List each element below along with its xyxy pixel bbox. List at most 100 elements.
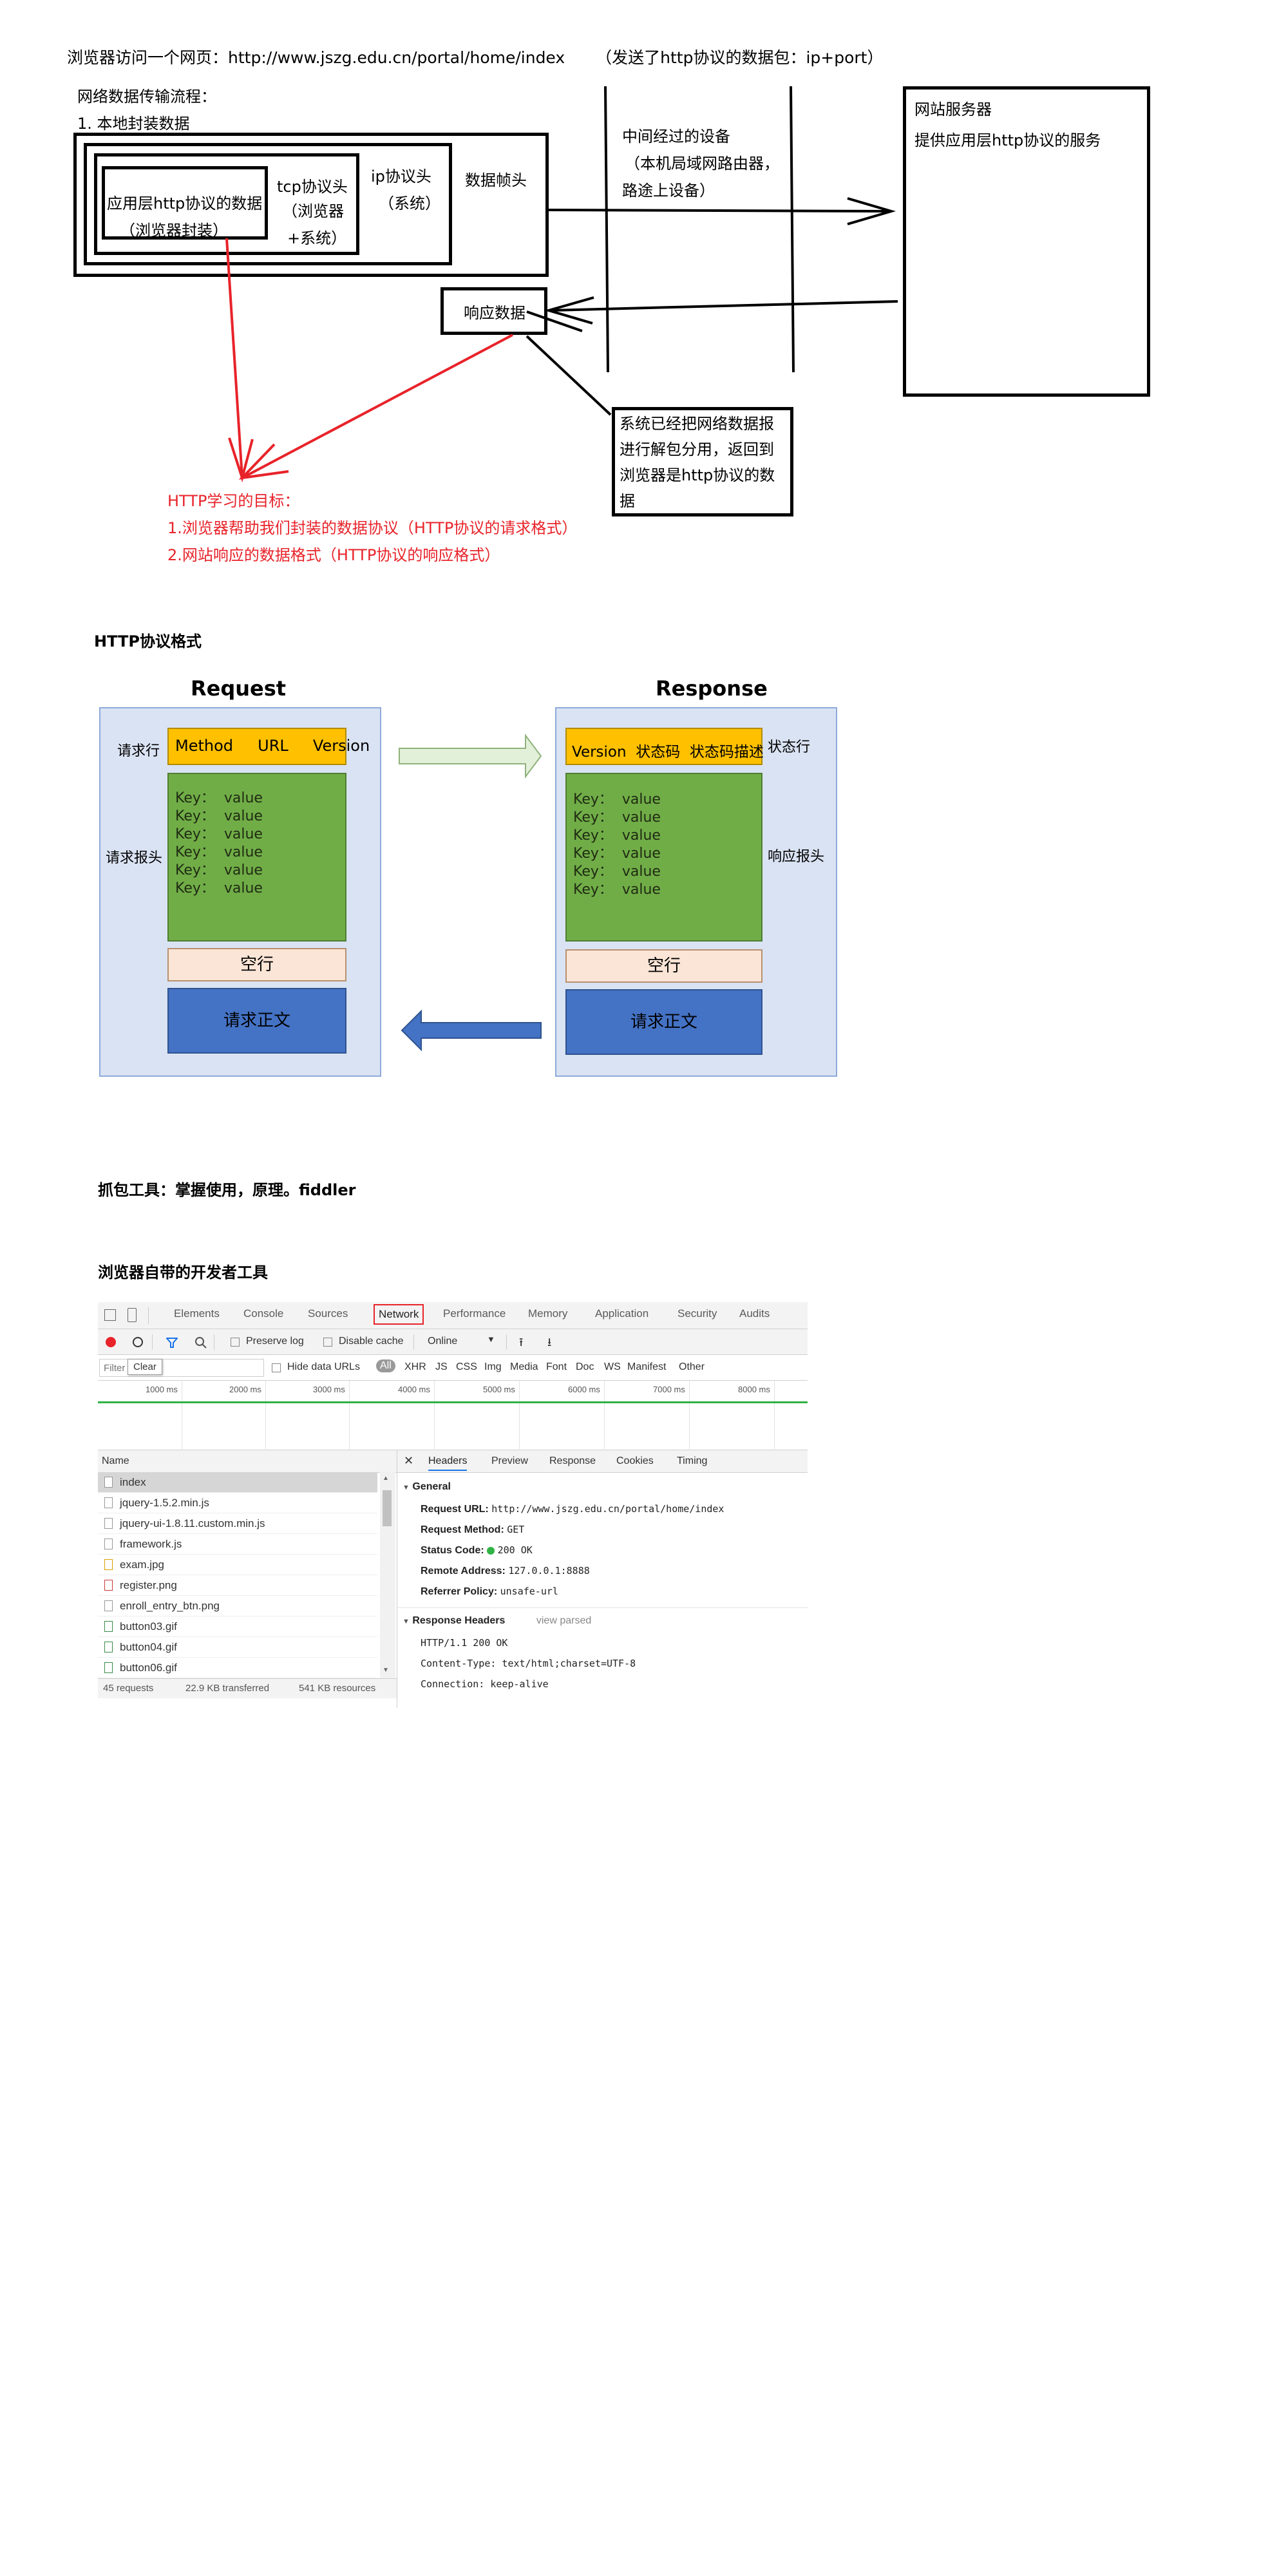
request-row[interactable]: enroll_entry_btn.png	[98, 1596, 377, 1616]
request-row[interactable]: exam.jpg	[98, 1555, 377, 1575]
tab-network[interactable]: Network	[374, 1304, 424, 1325]
devtools-window: Elements Console Sources Network Perform…	[98, 1302, 808, 1708]
timeline-tick: 3000 ms	[313, 1385, 345, 1394]
image-icon	[104, 1621, 113, 1632]
request-list-scrollbar[interactable]: ▲ ▼	[380, 1472, 395, 1678]
image-icon	[104, 1559, 113, 1570]
hide-data-urls-checkbox[interactable]	[272, 1363, 281, 1372]
expand-caret-icon[interactable]: ▼	[402, 1484, 410, 1492]
image-icon	[104, 1600, 113, 1611]
detail-tab-headers[interactable]: Headers	[428, 1455, 468, 1471]
request-row[interactable]: jquery-1.5.2.min.js	[98, 1493, 377, 1513]
search-icon[interactable]	[194, 1336, 207, 1349]
timeline-tick: 5000 ms	[483, 1385, 515, 1394]
preserve-log-checkbox[interactable]	[231, 1338, 240, 1347]
type-filter-font[interactable]: Font	[546, 1361, 567, 1373]
throttle-caret-icon[interactable]: ▼	[487, 1334, 495, 1344]
request-header-row: Key： value	[175, 790, 263, 806]
document-icon	[104, 1477, 113, 1488]
tab-elements[interactable]: Elements	[174, 1307, 220, 1320]
clear-icon[interactable]	[133, 1337, 143, 1347]
response-blank-text: 空行	[647, 956, 681, 976]
device-toolbar-icon[interactable]	[128, 1308, 137, 1322]
request-line-text: Method URL Version	[175, 737, 370, 755]
type-filter-ws[interactable]: WS	[604, 1361, 621, 1373]
request-detail-pane: ✕ Headers Preview Response Cookies Timin…	[397, 1450, 808, 1708]
http-goal-1: 1.浏览器帮助我们封装的数据协议（HTTP协议的请求格式）	[167, 519, 578, 537]
response-headers-label: 响应报头	[768, 849, 825, 865]
import-har-icon[interactable]: ⭱	[519, 1334, 523, 1354]
request-row[interactable]: index	[98, 1472, 377, 1493]
request-url-row: Request URL: http://www.jszg.edu.cn/port…	[421, 1503, 724, 1515]
filter-icon[interactable]	[166, 1337, 178, 1349]
tab-security[interactable]: Security	[677, 1307, 717, 1320]
request-row[interactable]: button06.gif	[98, 1658, 377, 1678]
detail-tab-timing[interactable]: Timing	[677, 1455, 707, 1467]
request-row[interactable]: framework.js	[98, 1534, 377, 1555]
red-arrow-1	[225, 238, 243, 478]
detail-tab-cookies[interactable]: Cookies	[616, 1455, 654, 1467]
referrer-policy-row: Referrer Policy: unsafe-url	[421, 1586, 558, 1598]
status-line-label: 状态行	[768, 739, 811, 755]
scroll-down-icon[interactable]: ▼	[383, 1667, 389, 1674]
throttle-select[interactable]: Online	[428, 1336, 457, 1347]
filter-input[interactable]	[99, 1359, 264, 1377]
tab-performance[interactable]: Performance	[443, 1307, 506, 1320]
timeline-tick: 7000 ms	[653, 1385, 685, 1394]
tab-application[interactable]: Application	[595, 1307, 649, 1320]
request-name: register.png	[120, 1579, 177, 1591]
response-title: Response	[656, 676, 768, 701]
red-arrow-2	[244, 334, 513, 478]
request-row[interactable]: jquery-ui-1.8.11.custom.min.js	[98, 1513, 377, 1534]
system-note-leader	[526, 335, 612, 416]
scroll-up-icon[interactable]: ▲	[383, 1475, 389, 1482]
response-header-line: HTTP/1.1 200 OK	[421, 1637, 508, 1649]
script-icon	[104, 1539, 113, 1549]
request-line-block: Method URL Version	[167, 728, 370, 765]
toolbar-divider	[413, 1334, 414, 1350]
type-filter-all[interactable]: All	[376, 1359, 395, 1372]
tab-console[interactable]: Console	[243, 1307, 283, 1320]
type-filter-other[interactable]: Other	[679, 1361, 705, 1373]
timeline-tick: 1000 ms	[146, 1385, 178, 1394]
referrer-policy-value: unsafe-url	[500, 1586, 558, 1597]
type-filter-js[interactable]: JS	[435, 1361, 448, 1373]
toolbar-divider	[152, 1334, 153, 1350]
type-filter-manifest[interactable]: Manifest	[627, 1361, 666, 1373]
type-filter-xhr[interactable]: XHR	[404, 1361, 426, 1373]
http-format-title: HTTP协议格式	[94, 632, 202, 650]
close-detail-icon[interactable]: ✕	[404, 1454, 413, 1468]
request-headers-label: 请求报头	[106, 850, 163, 866]
disable-cache-checkbox[interactable]	[323, 1338, 332, 1347]
request-row[interactable]: register.png	[98, 1575, 377, 1596]
export-har-icon[interactable]: ⭳	[547, 1334, 551, 1354]
detail-tab-response[interactable]: Response	[549, 1455, 596, 1467]
tab-memory[interactable]: Memory	[528, 1307, 567, 1320]
name-column-header[interactable]: Name	[102, 1455, 129, 1467]
preserve-log-label: Preserve log	[246, 1336, 304, 1347]
request-row[interactable]: button03.gif	[98, 1616, 377, 1637]
expand-caret-icon[interactable]: ▼	[402, 1618, 410, 1625]
tab-audits[interactable]: Audits	[739, 1307, 770, 1320]
request-row[interactable]: button04.gif	[98, 1637, 377, 1658]
type-filter-img[interactable]: Img	[484, 1361, 502, 1373]
network-status-bar: 45 requests 22.9 KB transferred 541 KB r…	[98, 1678, 397, 1698]
scrollbar-thumb[interactable]	[383, 1490, 392, 1526]
status-code-label: Status Code:	[421, 1545, 484, 1556]
response-headers-section[interactable]: ▼ Response Headers view parsed	[402, 1615, 591, 1627]
script-icon	[104, 1518, 113, 1529]
capture-tool-title: 抓包工具：掌握使用，原理。fiddler	[98, 1181, 356, 1199]
timeline-overview[interactable]: 1000 ms 2000 ms 3000 ms 4000 ms 5000 ms …	[98, 1381, 808, 1450]
type-filter-doc[interactable]: Doc	[576, 1361, 594, 1373]
request-name: jquery-1.5.2.min.js	[120, 1497, 209, 1509]
general-section[interactable]: ▼ General	[402, 1481, 451, 1493]
type-filter-media[interactable]: Media	[510, 1361, 538, 1373]
tab-sources[interactable]: Sources	[308, 1307, 348, 1320]
response-header-row: Key： value	[573, 864, 661, 880]
status-line-block: Version 状态码 状态码描述	[565, 728, 764, 765]
detail-tab-preview[interactable]: Preview	[491, 1455, 528, 1467]
view-parsed-link[interactable]: view parsed	[536, 1615, 591, 1626]
record-icon[interactable]	[106, 1337, 116, 1347]
type-filter-css[interactable]: CSS	[456, 1361, 477, 1373]
inspect-element-icon[interactable]	[104, 1309, 116, 1321]
